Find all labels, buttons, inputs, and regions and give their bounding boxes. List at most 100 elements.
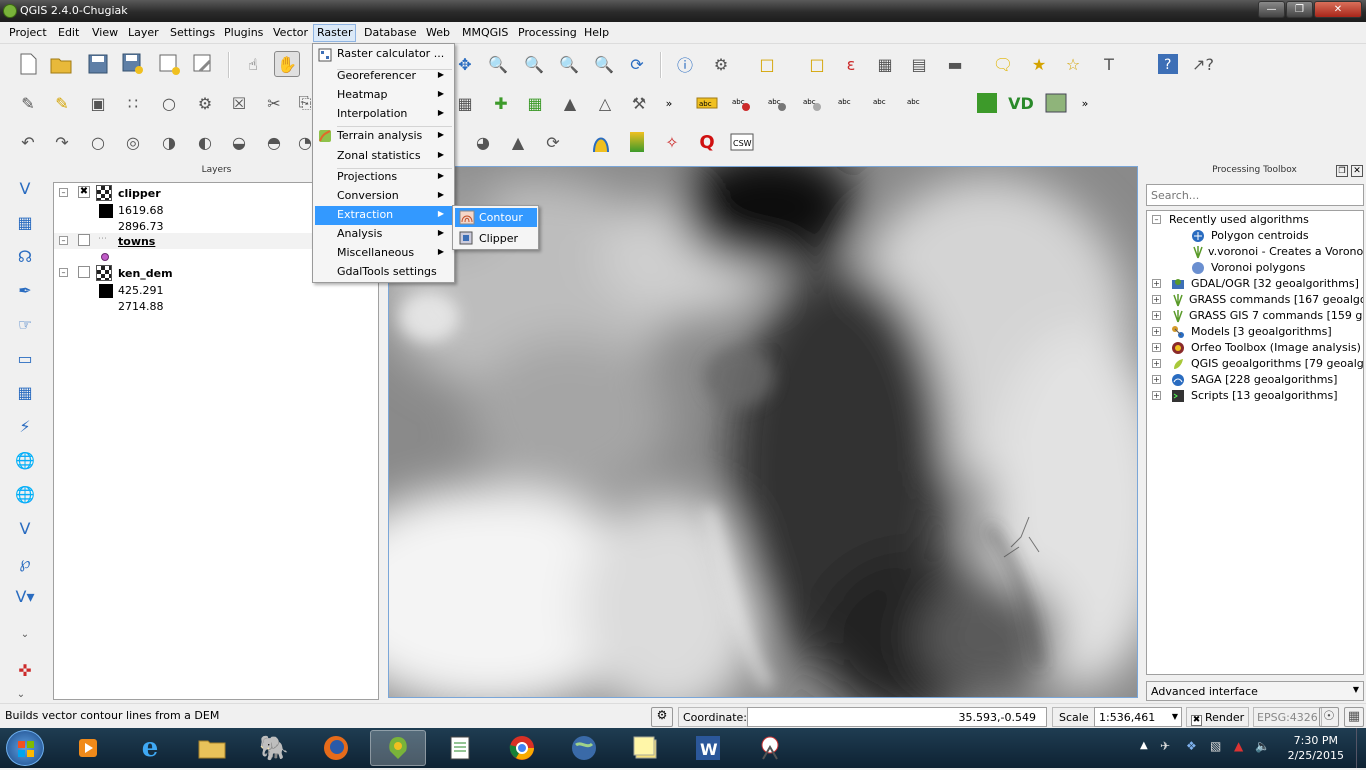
close-panel-icon[interactable]: ✕ — [1351, 165, 1363, 177]
measure-icon[interactable]: ▬ — [942, 51, 968, 77]
raster-info-icon[interactable] — [624, 129, 650, 155]
fill-ring-icon[interactable]: ◐ — [192, 129, 218, 155]
menu-item-conversion[interactable]: Conversion ▶ — [315, 187, 452, 206]
expand-toolbar-icon[interactable]: ⌄ — [12, 621, 38, 647]
new-bookmark-icon[interactable]: ★ — [1026, 51, 1052, 77]
plugin-image-icon[interactable] — [1043, 90, 1069, 116]
provider-item[interactable]: Orfeo Toolbox (Image analysis) [... — [1191, 341, 1363, 354]
add-oracle-layer-icon[interactable]: ▭ — [12, 345, 38, 371]
layer-visibility-checkbox[interactable] — [78, 266, 90, 278]
menu-web[interactable]: Web — [424, 26, 452, 39]
new-vector-layer-icon[interactable]: V▾ — [12, 583, 38, 609]
open-project-icon[interactable] — [49, 51, 75, 77]
add-delimited-text-icon[interactable]: ℘ — [12, 549, 38, 575]
delete-ring-icon[interactable]: ◒ — [226, 129, 252, 155]
label-move-icon[interactable]: abc — [834, 90, 860, 116]
split-features-icon[interactable]: ◕ — [470, 129, 496, 155]
save-project-icon[interactable] — [85, 51, 111, 77]
close-button[interactable]: ✕ — [1314, 1, 1362, 18]
menu-item-terrain-analysis[interactable]: Terrain analysis ▶ — [315, 127, 452, 146]
expand-icon[interactable]: + — [1152, 327, 1161, 336]
menu-database[interactable]: Database — [362, 26, 419, 39]
collapse-icon[interactable]: – — [1152, 215, 1161, 224]
zoom-selection-icon[interactable]: 🔍 — [521, 51, 547, 77]
postgresql-icon[interactable]: 🐘 — [246, 730, 302, 766]
show-hidden-icons[interactable]: ▲ — [1140, 740, 1148, 751]
label-pin-icon[interactable]: abc — [728, 90, 754, 116]
label-highlight-icon[interactable]: abc — [764, 90, 790, 116]
snipping-tool-icon[interactable] — [742, 730, 798, 766]
sticky-notes-icon[interactable] — [618, 730, 674, 766]
recent-algorithm-item[interactable]: Polygon centroids — [1211, 229, 1309, 242]
expand-icon[interactable]: + — [1152, 375, 1161, 384]
text-annotation-icon[interactable]: T — [1096, 51, 1122, 77]
add-raster-icon[interactable]: ▦ — [522, 90, 548, 116]
layer-visibility-checkbox[interactable] — [78, 234, 90, 246]
menu-item-miscellaneous[interactable]: Miscellaneous ▶ — [315, 244, 452, 263]
crs-status[interactable]: EPSG:4326 — [1253, 707, 1322, 727]
save-as-icon[interactable] — [120, 51, 146, 77]
menu-item-gdaltools-settings[interactable]: GdalTools settings — [315, 263, 452, 282]
globe-app-icon[interactable] — [556, 730, 612, 766]
add-vector-layer-icon[interactable]: V — [12, 175, 38, 201]
layer-name[interactable]: ken_dem — [118, 267, 173, 280]
menu-layer[interactable]: Layer — [126, 26, 161, 39]
menu-project[interactable]: Project — [7, 26, 49, 39]
simplify-icon[interactable]: ○ — [85, 129, 111, 155]
menu-item-interpolation[interactable]: Interpolation ▶ — [315, 105, 452, 124]
provider-item[interactable]: GRASS commands [167 geoalgorit... — [1189, 293, 1363, 306]
word-icon[interactable]: W — [680, 730, 736, 766]
recent-algorithm-item[interactable]: Voronoi polygons — [1211, 261, 1305, 274]
file-explorer-icon[interactable] — [184, 730, 240, 766]
collapse-icon[interactable]: – — [59, 188, 68, 197]
zoom-layer-icon[interactable]: 🔍 — [485, 51, 511, 77]
cut-features-icon[interactable]: ✂ — [261, 90, 287, 116]
minimize-button[interactable]: — — [1258, 1, 1285, 18]
menu-item-georeferencer[interactable]: Georeferencer ▶ — [315, 67, 452, 86]
add-raster-layer-icon[interactable]: ▦ — [12, 209, 38, 235]
redo-icon[interactable]: ↷ — [49, 129, 75, 155]
processing-search-input[interactable]: Search... — [1146, 184, 1364, 206]
add-wms-layer-icon[interactable]: ▦ — [12, 379, 38, 405]
provider-item[interactable]: GDAL/OGR [32 geoalgorithms] — [1191, 277, 1359, 290]
provider-item[interactable]: QGIS geoalgorithms [79 geoalgor... — [1191, 357, 1363, 370]
layer-visibility-checkbox[interactable]: ✖ — [78, 186, 90, 198]
menu-item-raster-calculator[interactable]: Raster calculator ... — [315, 45, 452, 64]
delete-part-icon[interactable]: ◓ — [261, 129, 287, 155]
tray-volume-icon[interactable]: 🔈 — [1255, 739, 1270, 753]
menu-item-analysis[interactable]: Analysis ▶ — [315, 225, 452, 244]
add-postgis-layer-icon[interactable]: ☊ — [12, 243, 38, 269]
refresh-icon[interactable]: ⟳ — [624, 51, 650, 77]
save-edits-icon[interactable]: ▣ — [85, 90, 111, 116]
menu-view[interactable]: View — [90, 26, 120, 39]
provider-item[interactable]: Scripts [13 geoalgorithms] — [1191, 389, 1338, 402]
add-mssql-layer-icon[interactable]: ☞ — [12, 311, 38, 337]
add-spatialite-icon[interactable]: △ — [592, 90, 618, 116]
composer-manager-icon[interactable] — [190, 51, 216, 77]
messages-icon[interactable]: ▦ — [1344, 707, 1364, 727]
toggle-extents-icon[interactable]: ⚙ — [651, 707, 673, 727]
tray-signal-icon[interactable]: ▲ — [1234, 739, 1243, 753]
system-clock[interactable]: 7:30 PM 2/25/2015 — [1288, 733, 1344, 763]
add-ring-icon[interactable]: ◎ — [120, 129, 146, 155]
add-part-icon[interactable]: ◑ — [156, 129, 182, 155]
provider-item[interactable]: GRASS GIS 7 commands [159 geo... — [1189, 309, 1363, 322]
identify-icon[interactable]: ⓘ — [672, 51, 698, 77]
submenu-item-contour[interactable]: Contour — [455, 208, 537, 227]
label-change-icon[interactable]: abc — [903, 90, 929, 116]
quickosm-icon[interactable]: Q — [694, 129, 720, 155]
collapse-icon[interactable]: – — [59, 268, 68, 277]
menu-vector[interactable]: Vector — [271, 26, 310, 39]
rotate-point-icon[interactable]: ⟳ — [540, 129, 566, 155]
add-wcs-layer-icon[interactable]: ⚡ — [12, 413, 38, 439]
run-feature-action-icon[interactable]: ⚙ — [708, 51, 734, 77]
toolbar-more-icon[interactable]: » — [656, 90, 682, 116]
attribute-table-icon[interactable]: ▦ — [872, 51, 898, 77]
qgis-taskbar-icon[interactable] — [370, 730, 426, 766]
chrome-icon[interactable] — [494, 730, 550, 766]
georeferencer-plugin-icon[interactable] — [588, 129, 614, 155]
menu-plugins[interactable]: Plugins — [222, 26, 265, 39]
interface-mode-select[interactable]: Advanced interface ▼ — [1146, 681, 1364, 701]
collapse-icon[interactable]: – — [59, 236, 68, 245]
deselect-icon[interactable]: □ — [804, 51, 830, 77]
